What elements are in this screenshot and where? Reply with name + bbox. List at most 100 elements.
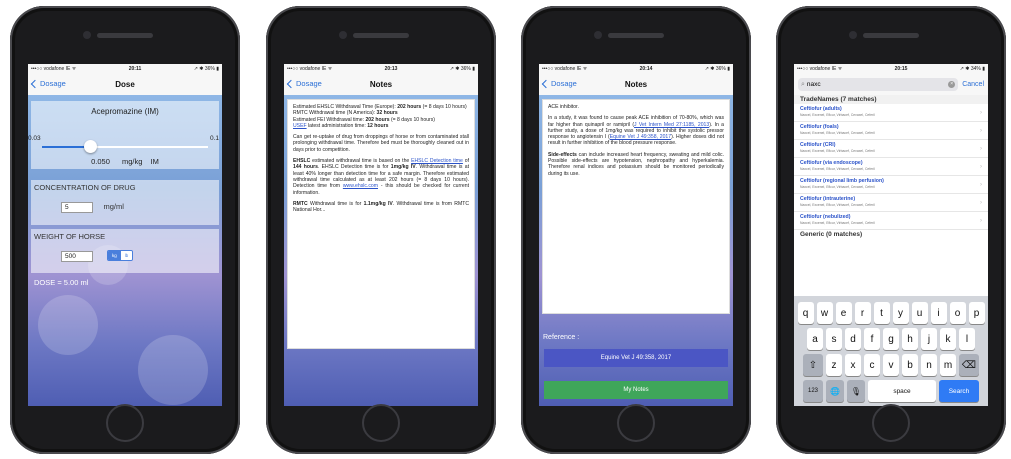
clear-icon[interactable]: × (948, 81, 956, 88)
notes-paragraph: In a study, it was found to cause peak A… (548, 115, 724, 146)
key-u[interactable]: u (911, 302, 928, 324)
search-input[interactable]: ⌕ naxc × (798, 78, 959, 91)
unit-lb-option[interactable]: lb (120, 251, 133, 260)
earpiece-speaker (608, 33, 664, 38)
key-p[interactable]: p (968, 302, 985, 324)
slider-min-label: 0.03 (28, 135, 41, 142)
route-label: IM (150, 157, 159, 166)
key-e[interactable]: e (835, 302, 852, 324)
results-list: Ceftiofur (adults) Naxcel, Excenel, Eficu… (794, 104, 988, 230)
key-c[interactable]: c (864, 354, 880, 376)
back-button[interactable]: Dosage (286, 79, 322, 88)
nav-bar: Dosage Notes (284, 74, 478, 96)
my-notes-button[interactable]: My Notes (544, 381, 728, 399)
cancel-button[interactable]: Cancel (962, 81, 984, 88)
carrier-label: •••○○ vodafone IE ᯤ (287, 66, 333, 72)
weight-input[interactable]: 500 (61, 251, 93, 262)
reference-button[interactable]: Equine Vet J 49:358, 2017 (544, 349, 728, 367)
status-bar: •••○○ vodafone IE ᯤ 20:11 ↗ ✱ 36% ▮ (28, 64, 222, 74)
notes-text: (= 8 days 10 hours) (421, 104, 467, 110)
key-k[interactable]: k (940, 328, 956, 350)
home-button[interactable] (617, 404, 655, 442)
back-button[interactable]: Dosage (30, 79, 66, 88)
key-t[interactable]: t (873, 302, 890, 324)
search-bar: ⌕ naxc × Cancel (794, 74, 988, 96)
notes-paragraph: RMTC Withdrawal time is for 1.1mg/kg IV.… (293, 201, 469, 214)
notes-paragraph: Can get re-uptake of drug from droppings… (293, 134, 469, 153)
key-j[interactable]: j (921, 328, 937, 350)
usef-link[interactable]: USEF (293, 123, 307, 129)
back-button[interactable]: Dosage (541, 79, 577, 88)
notes-bold: 202 hours (397, 104, 422, 110)
home-button[interactable] (106, 404, 144, 442)
key-q[interactable]: q (797, 302, 814, 324)
dose-screen: •••○○ vodafone IE ᯤ 20:11 ↗ ✱ 36% ▮ Dosa… (28, 64, 222, 406)
evj-citation-link[interactable]: Equine Vet J 49:358, 2017 (610, 134, 671, 140)
globe-icon[interactable]: 🌐 (826, 380, 844, 402)
key-a[interactable]: a (807, 328, 823, 350)
dose-slider[interactable] (42, 140, 208, 153)
key-w[interactable]: w (816, 302, 833, 324)
result-row[interactable]: Ceftiofur (adults) Naxcel, Excenel, Eficu… (794, 104, 988, 122)
notes-text: Estimated FEI Withdrawal time: (293, 116, 366, 123)
search-key[interactable]: Search (939, 380, 979, 402)
notes-bold: 144 hours (293, 164, 318, 171)
key-y[interactable]: y (892, 302, 909, 324)
key-d[interactable]: d (845, 328, 861, 350)
result-row[interactable]: Ceftiofur (nebulized) Naxcel, Excenel, Ef… (794, 212, 988, 230)
key-i[interactable]: i (930, 302, 947, 324)
weight-unit-toggle[interactable]: kg lb (107, 250, 134, 261)
ehslc-website-link[interactable]: www.ehslc.com (343, 183, 378, 189)
key-z[interactable]: z (826, 354, 842, 376)
result-row[interactable]: Ceftiofur (via endoscope) Naxcel, Excenel… (794, 158, 988, 176)
key-g[interactable]: g (883, 328, 899, 350)
chevron-left-icon (286, 79, 296, 88)
result-row[interactable]: Ceftiofur (foals) Naxcel, Excenel, Eficur… (794, 122, 988, 140)
generic-header: Generic (0 matches) (794, 230, 988, 239)
bokeh-decoration (138, 335, 208, 405)
battery-status: ↗ ✱ 34% ▮ (959, 66, 985, 72)
home-button[interactable] (362, 404, 400, 442)
jvim-citation-link[interactable]: J Vet Intern Med 27:1185, 2013 (634, 122, 709, 128)
chevron-right-icon: › (980, 128, 982, 134)
result-row[interactable]: Ceftiofur (intrauterine) Naxcel, Excenel,… (794, 194, 988, 212)
concentration-input[interactable]: 5 (61, 202, 93, 213)
key-r[interactable]: r (854, 302, 871, 324)
home-button[interactable] (872, 404, 910, 442)
result-row[interactable]: Ceftiofur (regional limb perfusion) Naxce… (794, 176, 988, 194)
key-s[interactable]: s (826, 328, 842, 350)
key-l[interactable]: l (959, 328, 975, 350)
backspace-key[interactable]: ⌫ (959, 354, 979, 376)
notes-bold: RMTC (293, 200, 308, 207)
key-m[interactable]: m (940, 354, 956, 376)
detection-time-link[interactable]: EHSLC Detection time (411, 158, 463, 164)
microphone-icon[interactable]: 🎙 (847, 380, 865, 402)
earpiece-speaker (97, 33, 153, 38)
key-f[interactable]: f (864, 328, 880, 350)
result-row[interactable]: Ceftiofur (CRI) Naxcel, Excenel, Eficur, … (794, 140, 988, 158)
key-b[interactable]: b (902, 354, 918, 376)
keyboard-row: qwertyuiop (794, 302, 988, 324)
drug-name: Acepromazine (IM) (91, 107, 159, 116)
space-key[interactable]: space (868, 380, 936, 402)
chevron-left-icon (30, 79, 40, 88)
search-query: naxc (806, 81, 821, 88)
concentration-panel: CONCENTRATION OF DRUG 5 mg/ml (31, 180, 219, 225)
result-title: Ceftiofur (via endoscope) (800, 160, 863, 166)
key-n[interactable]: n (921, 354, 937, 376)
chevron-right-icon: › (980, 200, 982, 206)
key-h[interactable]: h (902, 328, 918, 350)
weight-label: WEIGHT OF HORSE (34, 232, 106, 241)
phone-notes-withdrawal: •••○○ vodafone IE ᯤ 20:13 ↗ ✱ 36% ▮ Dosa… (266, 6, 496, 454)
search-icon: ⌕ (801, 80, 805, 88)
shift-key[interactable]: ⇧ (803, 354, 823, 376)
notes-bold: 1.1mg/kg IV (363, 200, 393, 207)
key-x[interactable]: x (845, 354, 861, 376)
carrier-label: •••○○ vodafone IE ᯤ (31, 66, 77, 72)
key-o[interactable]: o (949, 302, 966, 324)
unit-kg-option[interactable]: kg (108, 251, 121, 260)
result-subtitle: Naxcel, Excenel, Eficur, Virbacef, Cevax… (800, 221, 875, 225)
key-v[interactable]: v (883, 354, 899, 376)
result-subtitle: Naxcel, Excenel, Eficur, Virbacef, Cevax… (800, 113, 875, 117)
numbers-key[interactable]: 123 (803, 380, 823, 402)
